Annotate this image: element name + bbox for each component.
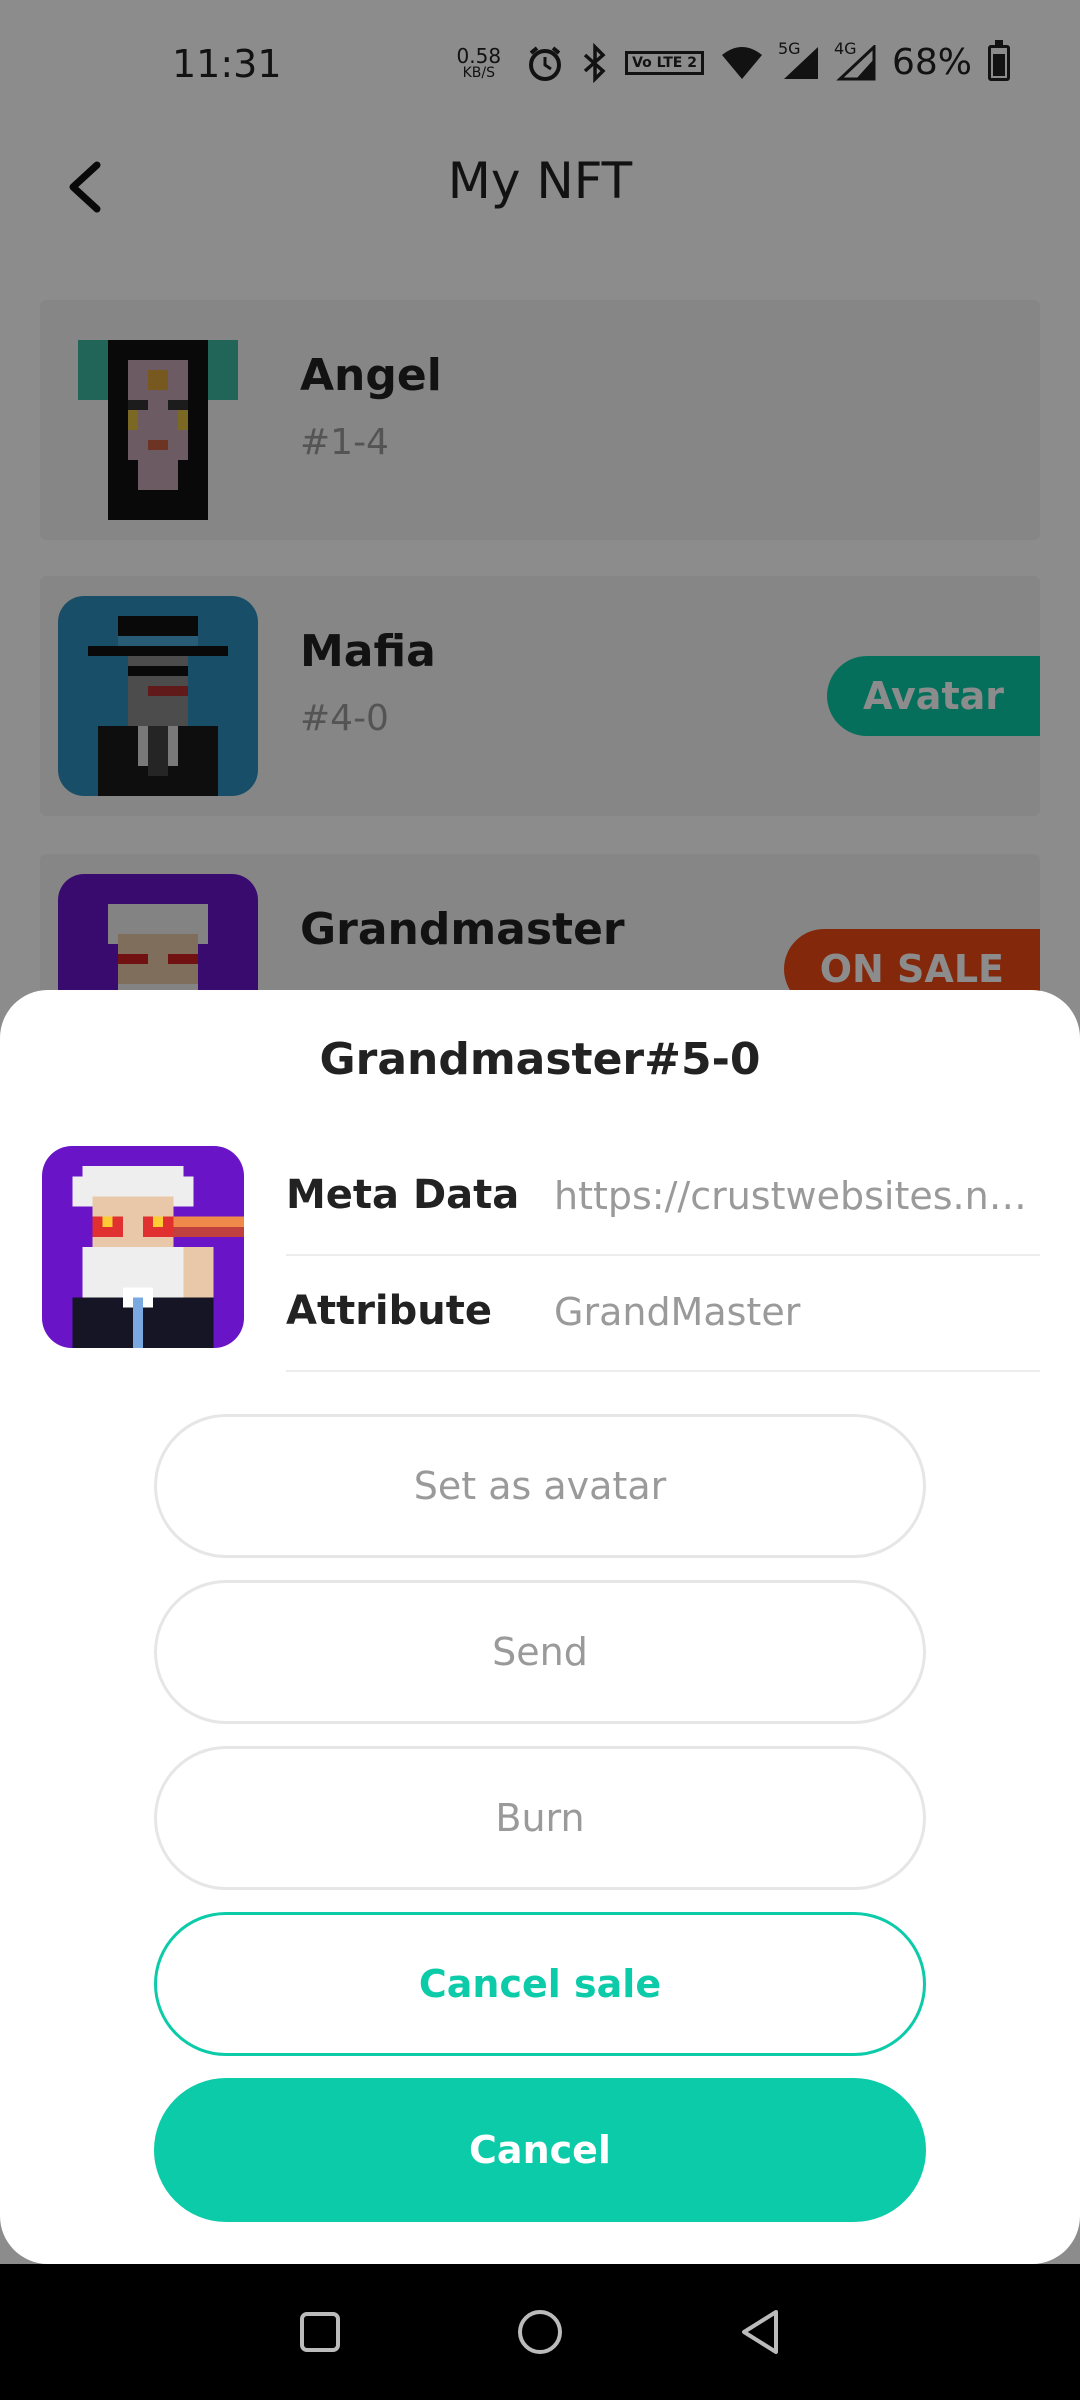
square-recent-icon — [300, 2312, 340, 2352]
meta-data-label: Meta Data — [286, 1172, 520, 1218]
burn-button[interactable]: Burn — [154, 1746, 926, 1890]
set-avatar-button[interactable]: Set as avatar — [154, 1414, 926, 1558]
sheet-title: Grandmaster#5-0 — [319, 1034, 761, 1085]
cancel-button[interactable]: Cancel — [154, 2078, 926, 2222]
circle-home-icon — [518, 2310, 562, 2354]
attribute-value: GrandMaster — [554, 1290, 801, 1334]
system-back-button[interactable] — [720, 2292, 800, 2372]
meta-data-row: Meta Data https://crustwebsites.net/ipfs… — [286, 1142, 1040, 1256]
nft-action-sheet: Grandmaster#5-0 Meta Data https://crustw… — [0, 990, 1080, 2264]
recent-apps-button[interactable] — [280, 2292, 360, 2372]
system-nav-bar — [0, 2264, 1080, 2400]
attribute-label: Attribute — [286, 1288, 492, 1334]
attribute-row: Attribute GrandMaster — [286, 1258, 1040, 1372]
home-button[interactable] — [500, 2292, 580, 2372]
meta-data-value[interactable]: https://crustwebsites.net/ipfs/... — [554, 1174, 1034, 1218]
grandmaster-nft-preview — [42, 1146, 244, 1348]
triangle-back-icon — [742, 2310, 778, 2354]
send-button[interactable]: Send — [154, 1580, 926, 1724]
cancel-sale-button[interactable]: Cancel sale — [154, 1912, 926, 2056]
